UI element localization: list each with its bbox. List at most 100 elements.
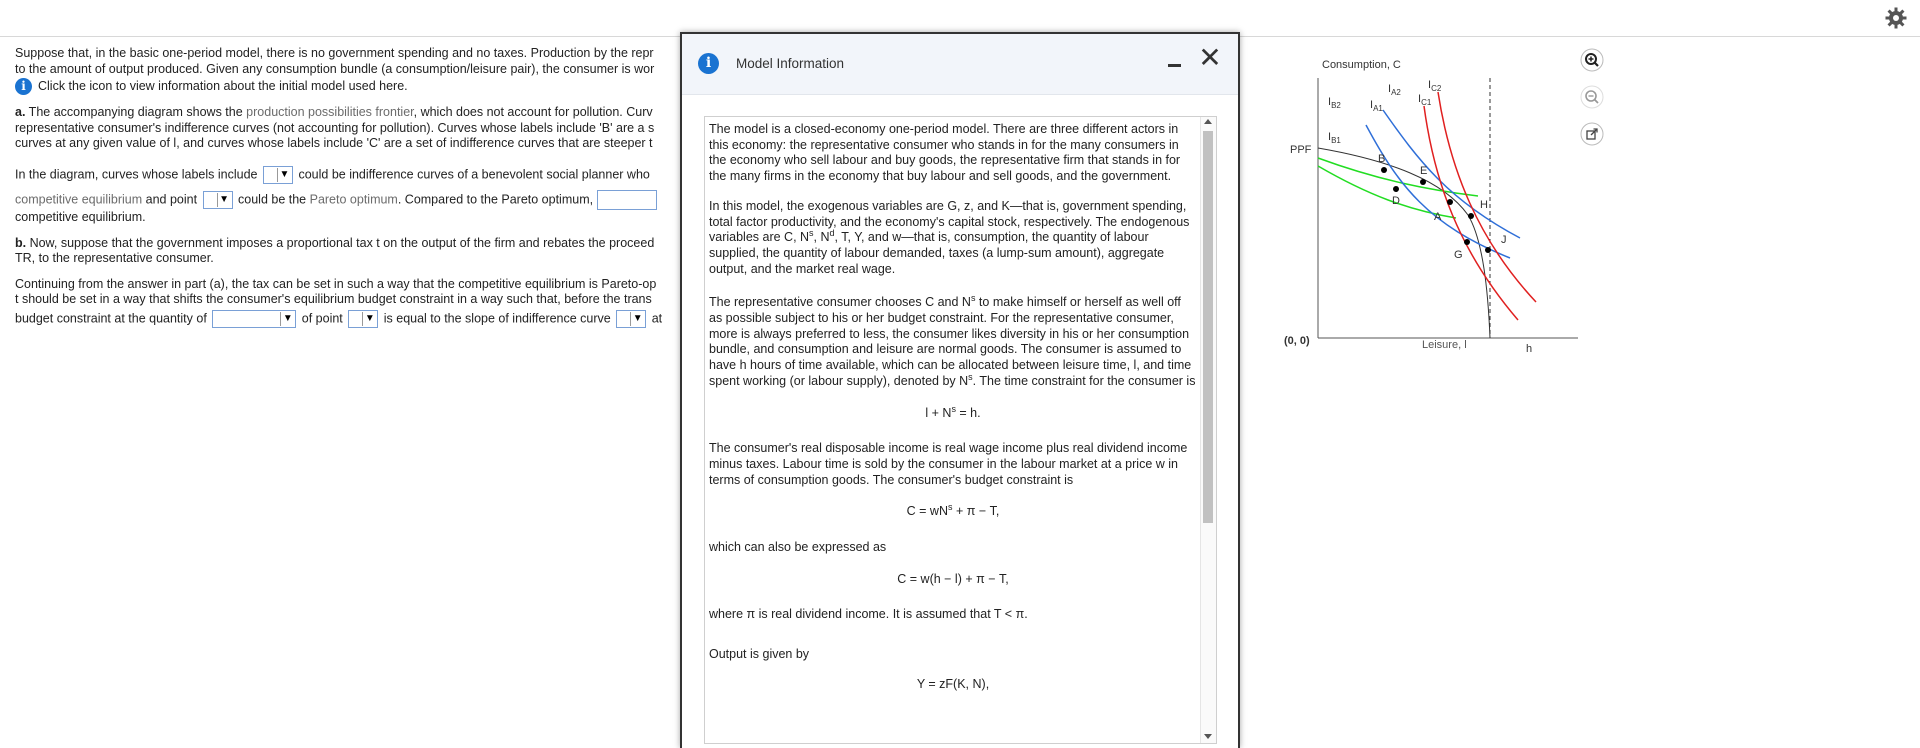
dropdown-arrow-icon: ▼ bbox=[276, 167, 291, 182]
curve-ia2 bbox=[1382, 109, 1521, 239]
info-icon[interactable]: i bbox=[15, 78, 32, 96]
gear-icon[interactable] bbox=[1884, 6, 1908, 30]
point-g bbox=[1464, 239, 1470, 245]
part-a-line-3: curves at any given value of l, and curv… bbox=[15, 136, 653, 151]
equation-budget-alt: C = w(h − l) + π − T, bbox=[897, 571, 1009, 586]
quantity-dropdown[interactable]: ▼ bbox=[212, 309, 297, 328]
paragraph-actors: The model is a closed-economy one-period… bbox=[709, 122, 1181, 184]
part-a-text: The accompanying diagram shows the bbox=[25, 105, 247, 120]
close-button[interactable]: ✕ bbox=[1198, 44, 1222, 72]
paragraph-output: Output is given by bbox=[709, 647, 810, 662]
info-link-text: Click the icon to view information about… bbox=[38, 78, 408, 93]
equation-budget-rhs: + π − T, bbox=[952, 504, 1000, 519]
scroll-up-icon[interactable] bbox=[1204, 119, 1212, 124]
point-dropdown-2[interactable]: ▼ bbox=[348, 309, 379, 328]
dialog-title: Model Information bbox=[736, 56, 845, 71]
label-ic2: IC2 bbox=[1428, 79, 1442, 93]
indifference-curve-diagram: Consumption, C (0, 0) Leisure, l h PPF I… bbox=[1284, 59, 1578, 355]
label-g: G bbox=[1454, 249, 1463, 261]
part-a-label: a. bbox=[15, 105, 26, 120]
label-b: B bbox=[1378, 153, 1385, 165]
graph-toolbar bbox=[1580, 48, 1606, 159]
label-j: J bbox=[1501, 234, 1507, 246]
point-dropdown[interactable]: ▼ bbox=[202, 190, 233, 209]
consumer-text-1: The representative consumer chooses C an… bbox=[709, 295, 971, 310]
continuing-line-1: Continuing from the answer in part (a), … bbox=[15, 276, 657, 291]
point-a bbox=[1447, 199, 1453, 205]
label-ia2: IA2 bbox=[1388, 83, 1401, 97]
part-b-text: Now, suppose that the government imposes… bbox=[26, 235, 655, 250]
pareto-question-text: and point bbox=[142, 192, 201, 207]
equation-budget-constraint: C = wNs + π − T, bbox=[709, 503, 1197, 520]
pareto-question-text-2: could be the bbox=[238, 192, 310, 207]
dialog-scroll-area[interactable]: The model is a closed-economy one-period… bbox=[704, 116, 1217, 744]
part-a-line-2: representative consumer's indifference c… bbox=[15, 120, 655, 135]
paragraph-budget: The consumer's real disposable income is… bbox=[709, 441, 1188, 487]
paragraph-also-expressed: which can also be expressed as bbox=[709, 540, 887, 555]
point-j bbox=[1485, 247, 1491, 253]
label-d: D bbox=[1392, 195, 1400, 207]
y-axis-label: Consumption, C bbox=[1322, 59, 1401, 71]
pareto-optimum-link[interactable]: Pareto optimum bbox=[310, 192, 398, 206]
dropdown-arrow-icon: ▼ bbox=[216, 192, 231, 207]
pareto-question-text-3: . Compared to the Pareto optimum, bbox=[397, 192, 594, 207]
continuing-line-3: budget constraint at the quantity of ▼ o… bbox=[15, 309, 685, 328]
comparison-dropdown[interactable] bbox=[596, 189, 657, 210]
variables-text-2: , N bbox=[813, 230, 830, 245]
label-ia1: IA1 bbox=[1370, 99, 1383, 113]
point-b bbox=[1381, 167, 1387, 173]
point-h bbox=[1468, 213, 1474, 219]
label-h: H bbox=[1480, 199, 1488, 211]
origin-label: (0, 0) bbox=[1284, 335, 1310, 347]
continuing-text-mid: of point bbox=[301, 311, 343, 326]
diagram-question-post: could be indifference curves of a benevo… bbox=[298, 167, 650, 182]
equation-time-constraint-rhs: = h. bbox=[955, 405, 981, 420]
scroll-thumb[interactable] bbox=[1203, 131, 1213, 523]
ppf-term-link[interactable]: production possibilities frontier bbox=[246, 105, 413, 119]
continuing-text-pre: budget constraint at the quantity of bbox=[15, 311, 207, 326]
competitive-equilibrium-link[interactable]: competitive equilibrium bbox=[15, 192, 142, 206]
scroll-down-icon[interactable] bbox=[1204, 734, 1212, 739]
continuing-line-2: t should be set in a way that shifts the… bbox=[15, 292, 652, 307]
pareto-question: competitive equilibrium and point ▼ coul… bbox=[15, 189, 685, 210]
h-label: h bbox=[1526, 343, 1532, 355]
x-axis-label: Leisure, l bbox=[1422, 339, 1467, 351]
ppf-label: PPF bbox=[1290, 144, 1312, 156]
diagram-question: In the diagram, curves whose labels incl… bbox=[15, 165, 685, 184]
label-e: E bbox=[1420, 165, 1427, 177]
paragraph-variables: In this model, the exogenous variables a… bbox=[709, 199, 1197, 278]
part-b-line-1: b. Now, suppose that the government impo… bbox=[15, 236, 685, 252]
dialog-header: i Model Information ✕ bbox=[682, 34, 1238, 95]
dropdown-arrow-icon: ▼ bbox=[280, 311, 294, 326]
minimize-button[interactable] bbox=[1166, 54, 1184, 74]
continuing-text-post: at bbox=[651, 311, 663, 326]
part-b-label: b. bbox=[15, 235, 27, 250]
model-text: The model is a closed-economy one-period… bbox=[709, 122, 1197, 713]
part-a-text-post: , which does not account for pollution. … bbox=[413, 105, 653, 120]
label-ib1: IB1 bbox=[1328, 131, 1341, 145]
dropdown-arrow-icon: ▼ bbox=[362, 311, 376, 326]
info-link-row: i Click the icon to view information abo… bbox=[15, 78, 685, 96]
external-link-icon[interactable] bbox=[1580, 122, 1604, 146]
continuing-text-mid-2: is equal to the slope of indifference cu… bbox=[383, 311, 611, 326]
intro-line-1: Suppose that, in the basic one-period mo… bbox=[15, 46, 654, 60]
label-ic1: IC1 bbox=[1418, 93, 1432, 107]
zoom-out-icon[interactable] bbox=[1580, 85, 1604, 109]
consumer-text-3: . The time constraint for the consumer i… bbox=[972, 373, 1196, 388]
equation-time-constraint: l + Ns = h. bbox=[709, 404, 1197, 422]
vertical-scrollbar[interactable] bbox=[1200, 117, 1216, 743]
label-a: A bbox=[1434, 211, 1442, 223]
paragraph-dividend: where π is real dividend income. It is a… bbox=[709, 607, 1028, 622]
curve-label-dropdown[interactable]: ▼ bbox=[262, 165, 293, 184]
point-e bbox=[1420, 179, 1426, 185]
diagram-question-pre: In the diagram, curves whose labels incl… bbox=[15, 167, 258, 182]
curve-dropdown[interactable]: ▼ bbox=[616, 309, 647, 328]
equation-time-constraint-lhs: l + N bbox=[925, 405, 952, 420]
part-b-line-2: TR, to the representative consumer. bbox=[15, 251, 214, 266]
competitive-equilibrium-text: competitive equilibrium. bbox=[15, 209, 146, 224]
zoom-in-icon[interactable] bbox=[1580, 48, 1604, 72]
curve-ic2 bbox=[1437, 91, 1537, 303]
part-a-line-1: a. The accompanying diagram shows the pr… bbox=[15, 105, 685, 121]
model-information-dialog: i Model Information ✕ The model is a clo… bbox=[680, 32, 1240, 748]
question-panel: Suppose that, in the basic one-period mo… bbox=[15, 46, 685, 328]
